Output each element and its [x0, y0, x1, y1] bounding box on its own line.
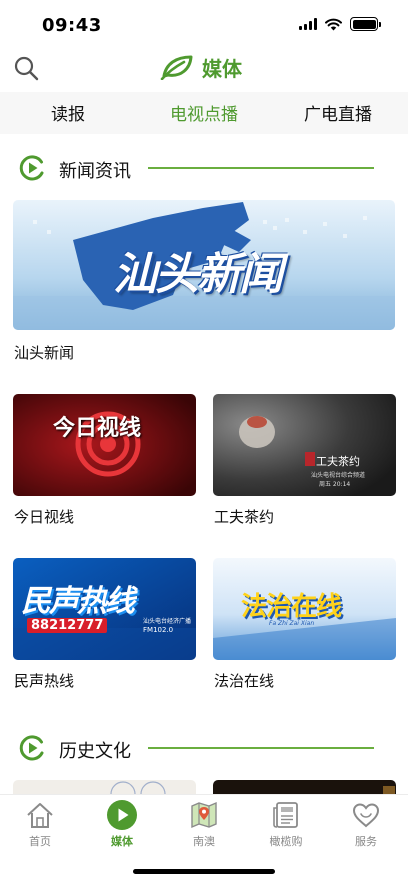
tabbar-item-olive-shop[interactable]: 橄榄购	[254, 799, 318, 849]
video-thumbnail-public-hotline[interactable]: 民声热线 88212777 汕头电台经济广播 FM102.0	[13, 558, 196, 660]
thumbnail-title: 今日视线	[53, 416, 142, 441]
thumbnail-subtitle: 汕头电视台综合频道	[311, 472, 366, 479]
map-icon	[191, 801, 217, 829]
thumbnail-title: 法治在线	[241, 592, 342, 622]
video-thumbnail-today-view[interactable]: 今日视线	[13, 394, 196, 496]
video-thumbnail-partial[interactable]	[213, 780, 396, 794]
today-view-cover	[13, 394, 196, 496]
leaf-logo-icon	[160, 55, 193, 80]
video-thumbnail-shantou-news[interactable]: 汕头新闻	[13, 200, 395, 330]
video-caption[interactable]: 民声热线	[14, 670, 74, 691]
video-caption[interactable]: 法治在线	[214, 670, 274, 691]
hotline-number: 88212777	[27, 618, 108, 633]
station-name: 汕头电台经济广播	[143, 618, 192, 625]
thumbnail-airtime: 周五 20:14	[319, 481, 351, 488]
tab-tv-on-demand[interactable]: 电视点播	[170, 100, 238, 125]
play-icon	[107, 800, 137, 830]
video-thumbnail-rule-of-law[interactable]: 法治在线 Fa Zhi Zai Xian	[213, 558, 396, 660]
video-thumbnail-kungfu-tea[interactable]: 工夫茶约 汕头电视台综合频道 周五 20:14	[213, 394, 396, 496]
status-bar: 09:43	[0, 0, 408, 50]
ornament-pattern	[110, 781, 166, 794]
video-thumbnail-partial[interactable]	[13, 780, 196, 794]
tabbar-label: 橄榄购	[269, 835, 303, 848]
brand: 媒体	[160, 50, 242, 84]
play-circle-icon	[19, 735, 44, 761]
section-divider	[148, 167, 374, 169]
kungfu-tea-cover	[213, 394, 396, 496]
tabbar-item-nanao[interactable]: 南澳	[172, 799, 236, 849]
battery-icon	[350, 17, 381, 31]
section-header-news: 新闻资讯	[0, 150, 408, 186]
home-indicator[interactable]	[133, 869, 275, 874]
content-scroll[interactable]: 新闻资讯 汕头新闻 汕头新闻 今日视线 今日视线 工夫茶约 汕头电视台综合频道 …	[0, 134, 408, 794]
section-title: 历史文化	[59, 741, 131, 762]
tabbar-item-home[interactable]: 首页	[8, 799, 72, 849]
app-header: 媒体	[0, 50, 408, 92]
video-caption[interactable]: 汕头新闻	[14, 342, 74, 363]
wifi-icon	[325, 18, 342, 30]
tabbar-label: 媒体	[111, 835, 133, 848]
top-tabs: 读报 电视点播 广电直播	[0, 92, 408, 134]
section-header-history: 历史文化	[0, 730, 408, 766]
dark-cover-pattern	[383, 786, 395, 794]
screen: 09:43 媒体 读报 电视点播 广电直播 新闻资讯 汕头新闻 汕头新闻 今日视…	[0, 0, 408, 883]
signal-icon	[299, 18, 317, 30]
thumbnail-pinyin: Fa Zhi Zai Xian	[269, 620, 315, 627]
tabbar-label: 首页	[29, 835, 51, 848]
tabbar-label: 南澳	[193, 835, 215, 848]
tab-read-paper[interactable]: 读报	[51, 100, 85, 125]
status-time: 09:43	[42, 15, 102, 36]
play-circle-icon	[19, 155, 44, 181]
thumbnail-title: 民声热线	[21, 584, 135, 619]
thumbnail-title: 汕头新闻	[113, 249, 283, 300]
search-button[interactable]	[12, 54, 40, 82]
heart-icon	[352, 803, 380, 828]
tabbar-item-media[interactable]: 媒体	[90, 799, 154, 849]
tabbar-item-services[interactable]: 服务	[334, 799, 398, 849]
section-divider	[148, 747, 374, 749]
tabbar-label: 服务	[355, 835, 377, 848]
station-frequency: FM102.0	[143, 626, 174, 634]
tab-broadcast-live[interactable]: 广电直播	[304, 100, 372, 125]
video-caption[interactable]: 工夫茶约	[214, 506, 274, 527]
newspaper-icon	[273, 802, 298, 828]
status-icons	[299, 17, 381, 31]
search-icon	[14, 56, 39, 81]
video-caption[interactable]: 今日视线	[14, 506, 74, 527]
page-title: 媒体	[202, 56, 242, 81]
thumbnail-title: 工夫茶约	[316, 455, 360, 468]
home-icon	[27, 803, 53, 828]
section-title: 新闻资讯	[59, 161, 131, 182]
